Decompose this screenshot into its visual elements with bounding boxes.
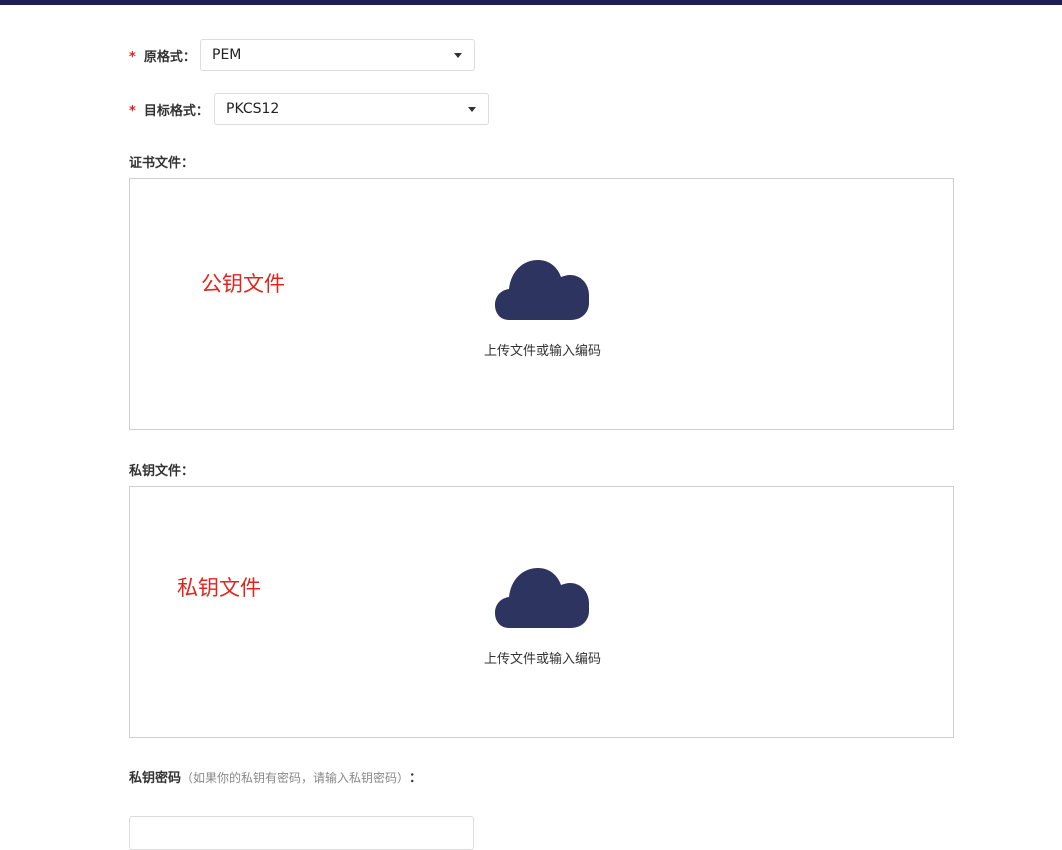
- cloud-upload-icon: [495, 260, 589, 320]
- required-mark: *: [129, 50, 136, 65]
- chevron-down-icon: [454, 53, 462, 58]
- cert-upload-text: 上传文件或输入编码: [483, 344, 601, 359]
- chevron-down-icon: [468, 107, 476, 112]
- target-format-label: * 目标格式：: [129, 104, 209, 119]
- target-format-value: PKCS12: [226, 101, 280, 117]
- private-key-file-label: 私钥文件：: [129, 464, 195, 479]
- private-key-password-hint: （如果你的私钥有密码，请输入私钥密码）: [181, 771, 404, 785]
- private-key-dropzone[interactable]: 私钥文件 上传文件或输入编码: [129, 486, 954, 738]
- source-format-select[interactable]: PEM: [200, 39, 475, 71]
- target-format-select[interactable]: PKCS12: [214, 93, 489, 125]
- cert-file-label: 证书文件：: [129, 156, 195, 171]
- cert-file-dropzone[interactable]: 公钥文件 上传文件或输入编码: [129, 178, 954, 430]
- private-key-password-input[interactable]: [129, 816, 474, 850]
- top-accent-bar: [0, 0, 1062, 5]
- private-key-overlay-label: 私钥文件: [177, 576, 261, 600]
- private-key-upload-text: 上传文件或输入编码: [483, 652, 601, 667]
- cloud-upload-icon: [495, 568, 589, 628]
- cert-overlay-label: 公钥文件: [201, 272, 285, 296]
- source-format-value: PEM: [212, 47, 242, 63]
- required-mark: *: [129, 104, 136, 119]
- source-format-label: * 原格式：: [129, 50, 196, 65]
- private-key-password-label: 私钥密码（如果你的私钥有密码，请输入私钥密码）：: [129, 771, 423, 786]
